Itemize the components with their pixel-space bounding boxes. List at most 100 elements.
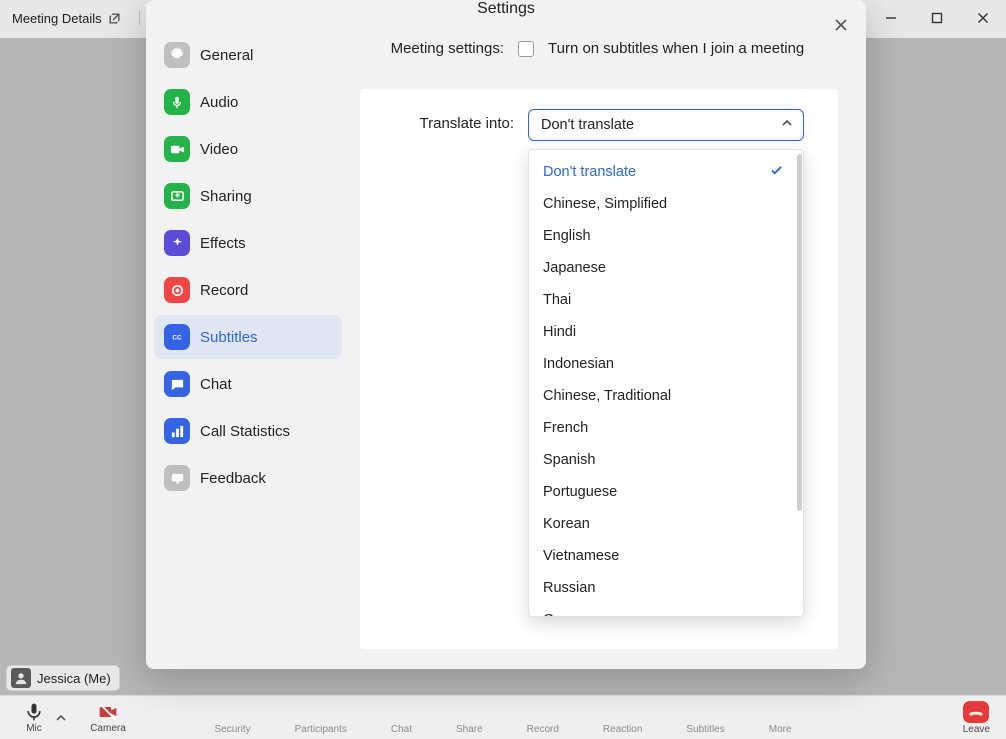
nav-item-subtitles[interactable]: CC Subtitles (154, 315, 342, 359)
camera-off-icon (97, 702, 119, 722)
option-label: English (543, 228, 591, 244)
nav-label: Subtitles (200, 329, 258, 346)
option-label: Portuguese (543, 484, 617, 500)
option-label: Russian (543, 580, 595, 596)
leave-icon (963, 701, 989, 723)
option-label: Indonesian (543, 356, 614, 372)
translate-option-korean[interactable]: Korean (529, 508, 795, 540)
toolbar-record-button[interactable]: Record (527, 724, 559, 735)
translate-dropdown-list: Don't translate Chinese, Simplified Engl… (529, 150, 795, 616)
window-minimize-button[interactable] (868, 0, 914, 36)
translate-option-chinese-traditional[interactable]: Chinese, Traditional (529, 380, 795, 412)
nav-label: Effects (200, 235, 246, 252)
record-icon (164, 277, 190, 303)
translate-option-portuguese[interactable]: Portuguese (529, 476, 795, 508)
translate-option-chinese-simplified[interactable]: Chinese, Simplified (529, 188, 795, 220)
toolbar-center: Security Participants Chat Share Record … (0, 724, 1006, 735)
option-label: Korean (543, 516, 590, 532)
subtitles-on-join-checkbox[interactable] (518, 41, 534, 57)
scrollbar-thumb[interactable] (797, 154, 802, 511)
toolbar-participants-button[interactable]: Participants (295, 724, 347, 735)
window-close-button[interactable] (960, 0, 1006, 36)
translate-option-german[interactable]: German (529, 604, 795, 616)
settings-modal: Settings General Audio Video (146, 0, 866, 669)
option-label: Chinese, Traditional (543, 388, 671, 404)
toolbar-subtitles-button[interactable]: Subtitles (686, 724, 724, 735)
nav-label: Video (200, 141, 238, 158)
translate-option-english[interactable]: English (529, 220, 795, 252)
window-maximize-button[interactable] (914, 0, 960, 36)
minimize-icon (885, 12, 897, 24)
nav-item-record[interactable]: Record (154, 268, 342, 312)
mic-button-group: Mic (14, 702, 76, 734)
translate-option-spanish[interactable]: Spanish (529, 444, 795, 476)
share-icon (164, 183, 190, 209)
nav-item-audio[interactable]: Audio (154, 80, 342, 124)
settings-body: General Audio Video Sharing Effects (146, 18, 866, 673)
topbar: Meeting Details (6, 6, 146, 30)
translate-select-value: Don't translate (541, 117, 634, 133)
option-label: Don't translate (543, 164, 636, 180)
check-icon (770, 164, 783, 181)
svg-text:CC: CC (172, 334, 182, 341)
translate-option-vietnamese[interactable]: Vietnamese (529, 540, 795, 572)
nav-item-chat[interactable]: Chat (154, 362, 342, 406)
meeting-details-button[interactable]: Meeting Details (6, 9, 127, 28)
subtitles-on-join-label: Turn on subtitles when I join a meeting (548, 40, 804, 57)
dropdown-scrollbar[interactable] (795, 150, 803, 616)
nav-item-sharing[interactable]: Sharing (154, 174, 342, 218)
nav-item-call-statistics[interactable]: Call Statistics (154, 409, 342, 453)
popout-icon (108, 12, 121, 25)
window-controls (868, 0, 1006, 36)
translate-select[interactable]: Don't translate (528, 109, 804, 141)
chevron-up-icon (781, 117, 793, 133)
translate-select-wrapper: Don't translate Don't translate (528, 109, 804, 141)
self-video-label-pill[interactable]: Jessica (Me) (6, 665, 120, 691)
translate-option-japanese[interactable]: Japanese (529, 252, 795, 284)
cc-icon: CC (164, 324, 190, 350)
nav-label: Call Statistics (200, 423, 290, 440)
option-label: German (543, 612, 595, 616)
camera-label: Camera (90, 723, 126, 734)
meeting-settings-label: Meeting settings: (360, 40, 504, 57)
mic-label: Mic (26, 723, 42, 734)
nav-item-general[interactable]: General (154, 33, 342, 77)
nav-item-feedback[interactable]: Feedback (154, 456, 342, 500)
translate-option-russian[interactable]: Russian (529, 572, 795, 604)
option-label: Hindi (543, 324, 576, 340)
meeting-settings-row: Meeting settings: Turn on subtitles when… (360, 40, 838, 57)
camera-button[interactable]: Camera (78, 702, 138, 734)
translate-option-french[interactable]: French (529, 412, 795, 444)
toolbar-chat-button[interactable]: Chat (391, 724, 412, 735)
mic-button[interactable]: Mic (14, 702, 54, 734)
subtitles-card: Translate into: Don't translate (360, 89, 838, 649)
option-label: Vietnamese (543, 548, 619, 564)
settings-header: Settings (146, 0, 866, 18)
translate-option-thai[interactable]: Thai (529, 284, 795, 316)
chart-icon (164, 418, 190, 444)
translate-option-indonesian[interactable]: Indonesian (529, 348, 795, 380)
toolbar-more-button[interactable]: More (769, 724, 792, 735)
nav-item-video[interactable]: Video (154, 127, 342, 171)
nav-label: Chat (200, 376, 232, 393)
leave-button[interactable]: Leave (963, 701, 990, 735)
mic-chevron-button[interactable] (54, 711, 68, 725)
nav-label: Feedback (200, 470, 266, 487)
option-label: Chinese, Simplified (543, 196, 667, 212)
toolbar-share-button[interactable]: Share (456, 724, 483, 735)
option-label: Japanese (543, 260, 606, 276)
toolbar-reaction-button[interactable]: Reaction (603, 724, 642, 735)
translate-row: Translate into: Don't translate (370, 109, 818, 141)
maximize-icon (931, 12, 943, 24)
mic-icon (23, 702, 45, 722)
translate-option-dont-translate[interactable]: Don't translate (529, 156, 795, 188)
nav-label: Sharing (200, 188, 252, 205)
toolbar-security-button[interactable]: Security (214, 724, 250, 735)
nav-label: Audio (200, 94, 238, 111)
settings-nav: General Audio Video Sharing Effects (146, 18, 350, 673)
translate-option-hindi[interactable]: Hindi (529, 316, 795, 348)
avatar (11, 668, 31, 688)
nav-item-effects[interactable]: Effects (154, 221, 342, 265)
chevron-up-icon (56, 713, 66, 723)
chat-icon (164, 371, 190, 397)
